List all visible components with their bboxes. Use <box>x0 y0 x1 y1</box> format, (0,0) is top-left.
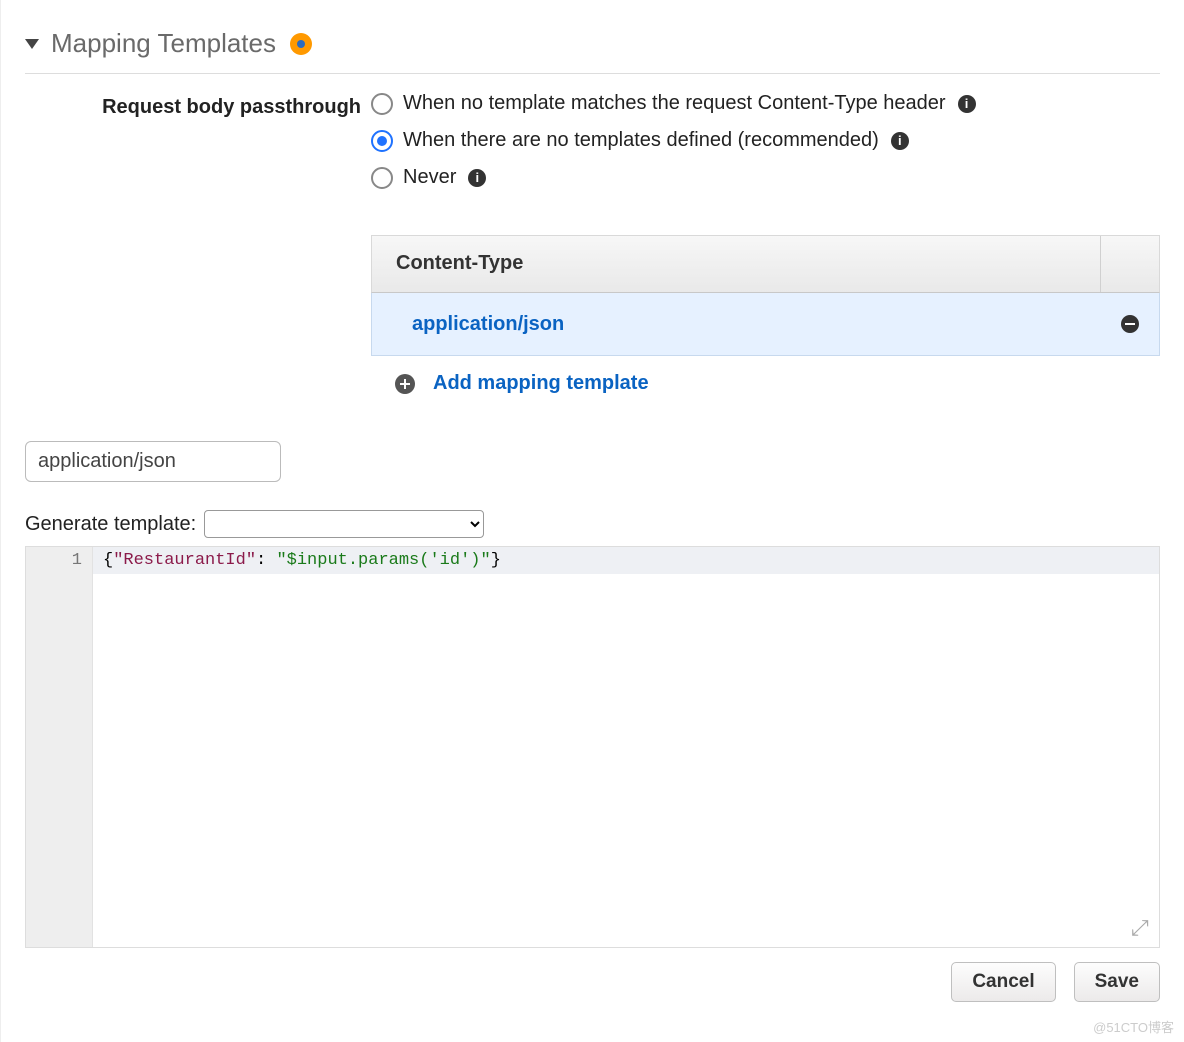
generate-template-select[interactable] <box>204 510 484 538</box>
code-token: } <box>491 551 501 570</box>
code-token: "$input.params('id')" <box>276 551 490 570</box>
template-name-input[interactable]: application/json <box>25 441 281 482</box>
passthrough-option-no-templates[interactable]: When there are no templates defined (rec… <box>371 129 1160 152</box>
save-button[interactable]: Save <box>1074 962 1160 1002</box>
code-token: { <box>103 551 113 570</box>
radio-label: When no template matches the request Con… <box>403 92 946 115</box>
content-type-header: Content-Type <box>372 236 1100 292</box>
radio-icon[interactable] <box>371 167 393 189</box>
minus-circle-icon <box>1121 315 1139 333</box>
editor-actions: Cancel Save <box>25 962 1160 1002</box>
add-mapping-template-label: Add mapping template <box>433 372 649 395</box>
radio-label: Never <box>403 166 456 189</box>
radio-label: When there are no templates defined (rec… <box>403 129 879 152</box>
info-icon[interactable]: i <box>958 95 976 113</box>
collapse-toggle-icon[interactable] <box>25 39 39 49</box>
code-gutter: 1 <box>26 547 93 947</box>
plus-circle-icon <box>395 374 415 394</box>
line-number: 1 <box>26 551 82 570</box>
content-type-actions-col <box>1100 236 1159 292</box>
section-title: Mapping Templates <box>51 28 276 59</box>
info-icon[interactable]: i <box>891 132 909 150</box>
remove-template-button[interactable] <box>1101 315 1159 333</box>
generate-template-label: Generate template: <box>25 513 196 536</box>
resize-handle-icon[interactable]: ⤢ <box>1131 919 1153 941</box>
radio-icon[interactable] <box>371 93 393 115</box>
cancel-button[interactable]: Cancel <box>951 962 1055 1002</box>
add-mapping-template-button[interactable]: Add mapping template <box>371 356 1160 395</box>
template-editor: application/json Generate template: 1 {"… <box>25 441 1160 1002</box>
code-token: : <box>256 551 276 570</box>
watermark-text: @51CTO博客 <box>1093 1017 1174 1036</box>
status-badge-icon <box>290 33 312 55</box>
code-token: "RestaurantId" <box>113 551 256 570</box>
info-icon[interactable]: i <box>468 169 486 187</box>
radio-icon[interactable] <box>371 130 393 152</box>
code-body[interactable]: {"RestaurantId": "$input.params('id')"} … <box>93 547 1159 947</box>
content-type-value[interactable]: application/json <box>372 313 1101 336</box>
section-header: Mapping Templates <box>25 28 1160 74</box>
passthrough-option-never[interactable]: Never i <box>371 166 1160 189</box>
generate-template-row: Generate template: <box>25 510 1160 538</box>
passthrough-label: Request body passthrough <box>75 92 371 119</box>
passthrough-options: When no template matches the request Con… <box>371 92 1160 395</box>
passthrough-option-no-match[interactable]: When no template matches the request Con… <box>371 92 1160 115</box>
content-type-row[interactable]: application/json <box>371 293 1160 356</box>
code-editor[interactable]: 1 {"RestaurantId": "$input.params('id')"… <box>25 546 1160 948</box>
code-line[interactable]: {"RestaurantId": "$input.params('id')"} <box>93 547 1159 574</box>
content-type-header-row: Content-Type <box>371 235 1160 293</box>
passthrough-row: Request body passthrough When no templat… <box>25 92 1160 395</box>
content-type-table: Content-Type application/json Add mappin… <box>371 235 1160 395</box>
